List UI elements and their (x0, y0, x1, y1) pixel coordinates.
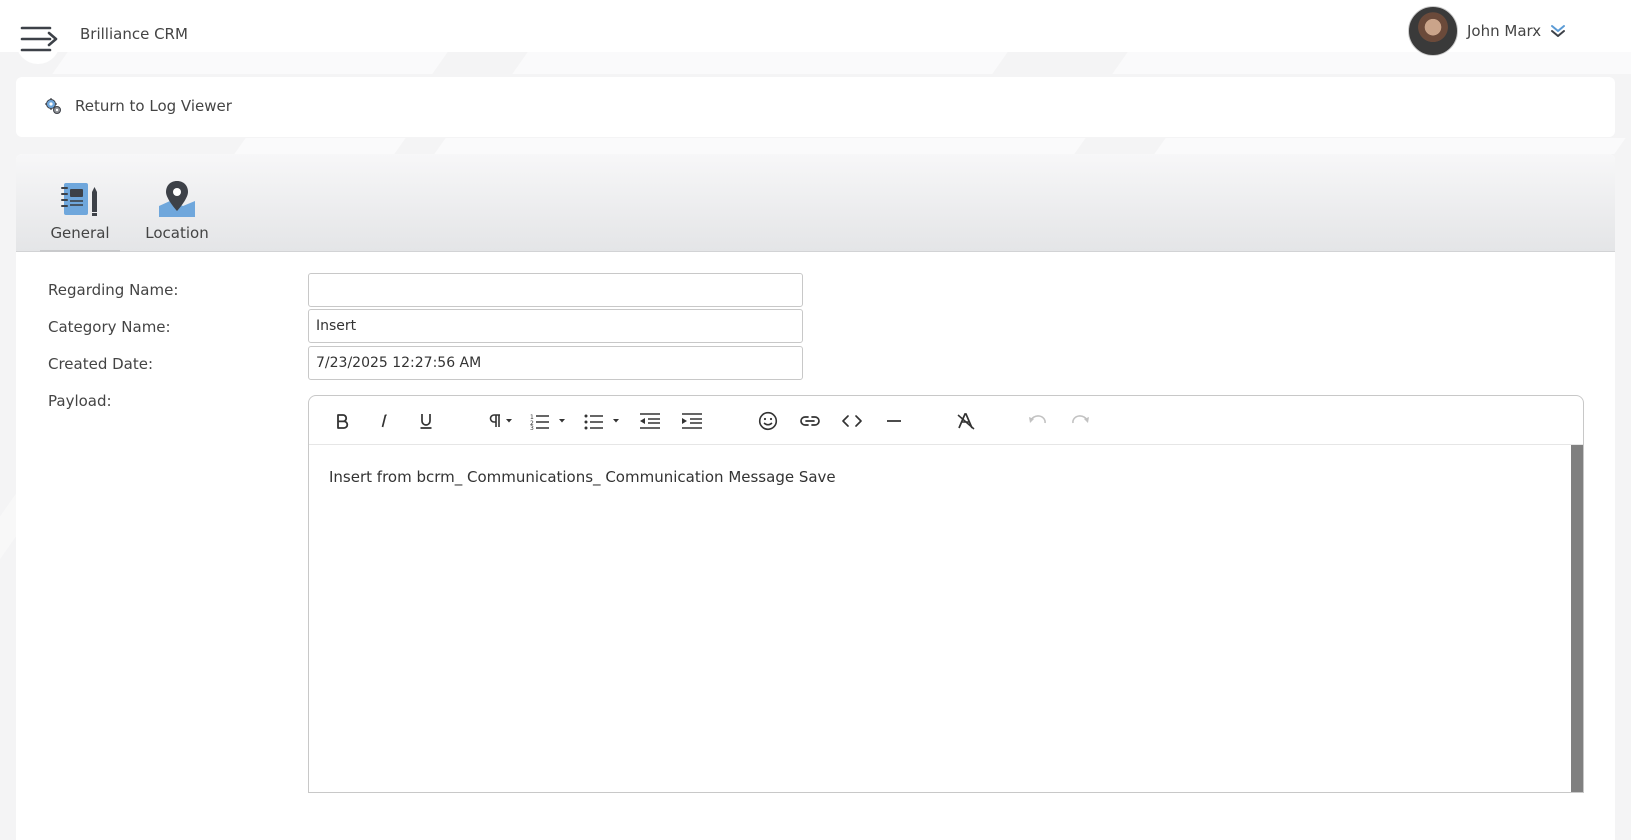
code-button[interactable] (837, 406, 867, 436)
underline-button[interactable] (411, 406, 441, 436)
app-title: Brilliance CRM (80, 25, 188, 43)
category-name-input[interactable]: Insert (308, 309, 803, 343)
return-card: Return to Log Viewer (16, 77, 1615, 137)
map-pin-icon (159, 181, 195, 217)
category-name-label: Category Name: (48, 318, 171, 336)
created-date-input[interactable]: 7/23/2025 12:27:56 AM (308, 346, 803, 380)
main-panel: General Location Regarding Name: Categor… (16, 154, 1615, 840)
editor-scrollbar[interactable] (1571, 445, 1583, 792)
undo-icon (1029, 415, 1046, 424)
indent-button[interactable] (677, 406, 707, 436)
tab-general[interactable]: General (40, 180, 120, 252)
horizontal-rule-icon (887, 420, 901, 422)
emoji-button[interactable] (753, 406, 783, 436)
svg-text:3: 3 (530, 425, 534, 430)
editor-toolbar: 123 (309, 396, 1583, 445)
italic-icon (381, 414, 387, 428)
regarding-name-label: Regarding Name: (48, 281, 179, 299)
horizontal-rule-button[interactable] (879, 406, 909, 436)
paragraph-format-button[interactable] (483, 406, 519, 436)
return-to-log-viewer-link[interactable]: Return to Log Viewer (44, 97, 232, 115)
bold-icon (337, 414, 349, 429)
link-button[interactable] (795, 406, 825, 436)
top-bar: Brilliance CRM John Marx (0, 0, 1631, 64)
regarding-name-input[interactable] (308, 273, 803, 307)
ordered-list-button[interactable]: 123 (527, 406, 571, 436)
ordered-list-icon: 123 (530, 414, 565, 430)
outdent-button[interactable] (635, 406, 665, 436)
outdent-icon (640, 413, 660, 429)
emoji-icon (758, 411, 778, 431)
redo-icon (1072, 415, 1089, 424)
undo-button[interactable] (1023, 406, 1053, 436)
created-date-label: Created Date: (48, 355, 154, 373)
menu-button[interactable] (16, 14, 60, 64)
tab-location[interactable]: Location (130, 180, 224, 252)
gear-log-icon (45, 98, 61, 114)
tab-location-label: Location (145, 224, 209, 242)
italic-button[interactable] (369, 406, 399, 436)
unordered-list-icon (584, 414, 619, 430)
redo-button[interactable] (1065, 406, 1095, 436)
code-icon (842, 415, 862, 427)
editor-content[interactable]: Insert from bcrm_ Communications_ Commun… (329, 468, 836, 486)
user-menu[interactable]: John Marx (1408, 6, 1566, 56)
tab-general-label: General (50, 224, 110, 242)
clear-format-icon (957, 413, 975, 430)
unordered-list-button[interactable] (581, 406, 625, 436)
clear-format-button[interactable] (951, 406, 981, 436)
bold-button[interactable] (327, 406, 357, 436)
indent-icon (682, 413, 702, 429)
chevron-down-icon (1551, 25, 1566, 37)
paragraph-icon (489, 414, 512, 427)
avatar (1408, 6, 1458, 56)
payload-label: Payload: (48, 392, 112, 410)
user-name: John Marx (1467, 22, 1542, 40)
underline-icon (420, 414, 432, 429)
tabs-strip: General Location (16, 154, 1615, 252)
notebook-icon (61, 183, 97, 216)
menu-icon (20, 26, 58, 52)
link-icon (800, 416, 820, 426)
payload-editor: 123 Insert from bcrm_ Communications_ Co… (308, 395, 1584, 793)
return-link-label: Return to Log Viewer (75, 97, 232, 115)
